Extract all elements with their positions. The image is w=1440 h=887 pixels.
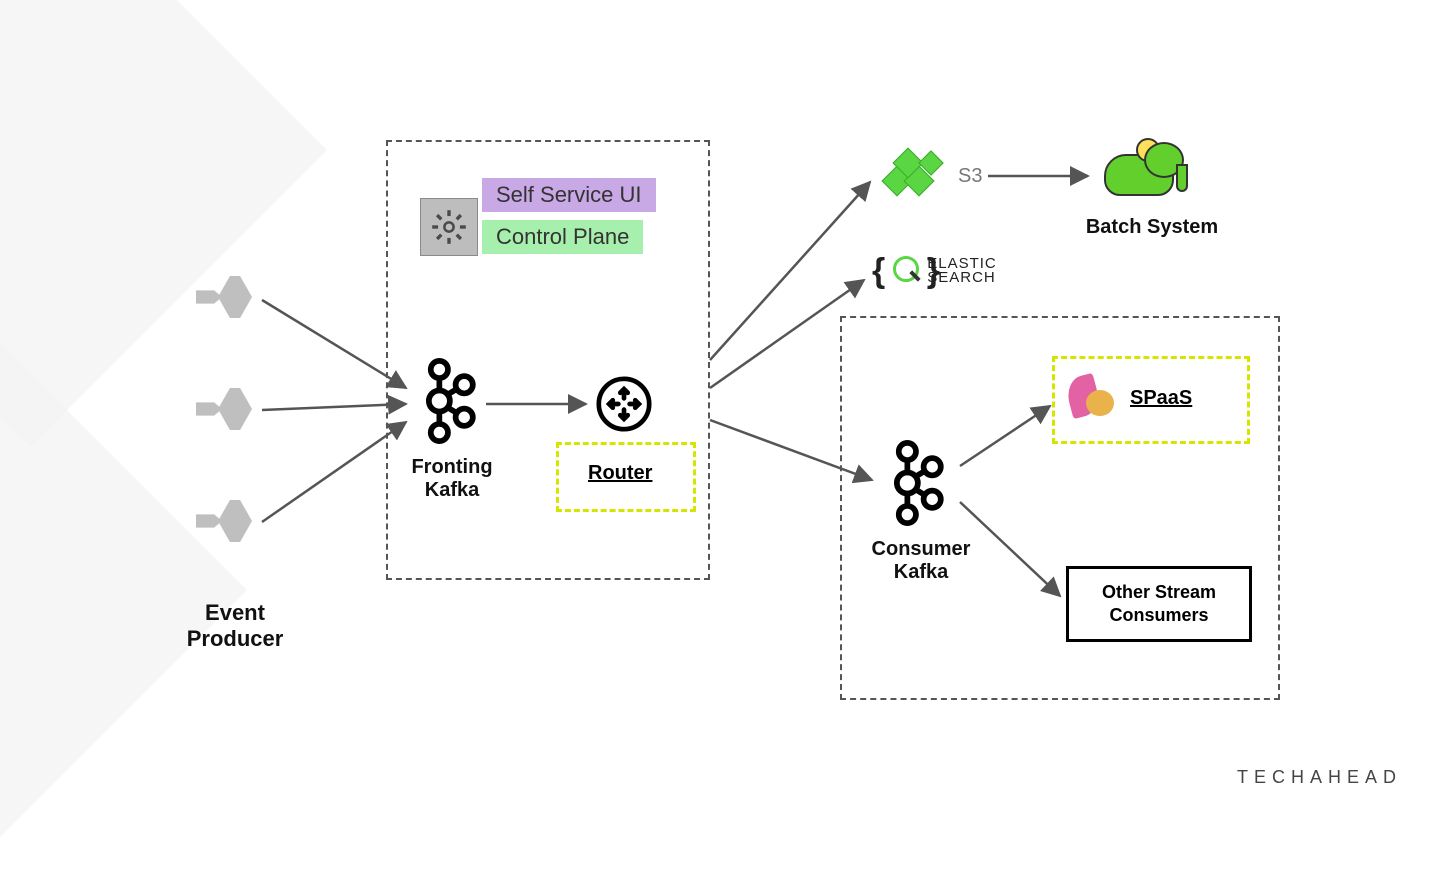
diagram-stage: Event Producer Self Service UI	[0, 0, 1440, 810]
brand-watermark: TECHAHEAD	[1237, 767, 1402, 788]
edge-p3-kafka	[262, 422, 406, 522]
spaas-node: SPaaS	[1068, 376, 1192, 420]
squirrel-icon	[1068, 376, 1118, 420]
hadoop-icon	[1096, 136, 1186, 206]
edge-p2-kafka	[262, 404, 406, 410]
control-plane-bar: Control Plane	[482, 220, 643, 254]
producer-icon	[196, 388, 256, 430]
s3-node: S3	[878, 148, 982, 204]
edge-p1-kafka	[262, 300, 406, 388]
producer-2	[196, 388, 256, 430]
spaas-label: SPaaS	[1130, 387, 1192, 410]
magnifier-icon	[889, 254, 923, 288]
other-consumers-box: Other Stream Consumers	[1066, 566, 1252, 642]
brace-left-icon: {	[872, 256, 885, 286]
event-producer-label: Event Producer	[170, 600, 300, 652]
consumer-kafka-icon	[886, 440, 944, 531]
router-icon	[596, 376, 652, 432]
gear-icon	[428, 206, 470, 248]
batch-system-label: Batch System	[1072, 216, 1232, 239]
other-consumers-label: Other Stream Consumers	[1102, 581, 1216, 628]
elasticsearch-node: { ELASTIC SEARCH }	[872, 254, 940, 288]
fronting-kafka-icon	[418, 358, 476, 449]
self-service-ui-bar: Self Service UI	[482, 178, 656, 212]
brace-right-icon: }	[927, 256, 940, 286]
consumer-kafka-label: Consumer Kafka	[856, 538, 986, 584]
fronting-kafka-label: Fronting Kafka	[402, 456, 502, 502]
producer-icon	[196, 276, 256, 318]
gear-tile	[420, 198, 478, 256]
s3-icon	[878, 148, 948, 204]
producer-1	[196, 276, 256, 318]
s3-label: S3	[958, 165, 982, 188]
producer-3	[196, 500, 256, 542]
producer-icon	[196, 500, 256, 542]
router-label: Router	[588, 462, 652, 485]
